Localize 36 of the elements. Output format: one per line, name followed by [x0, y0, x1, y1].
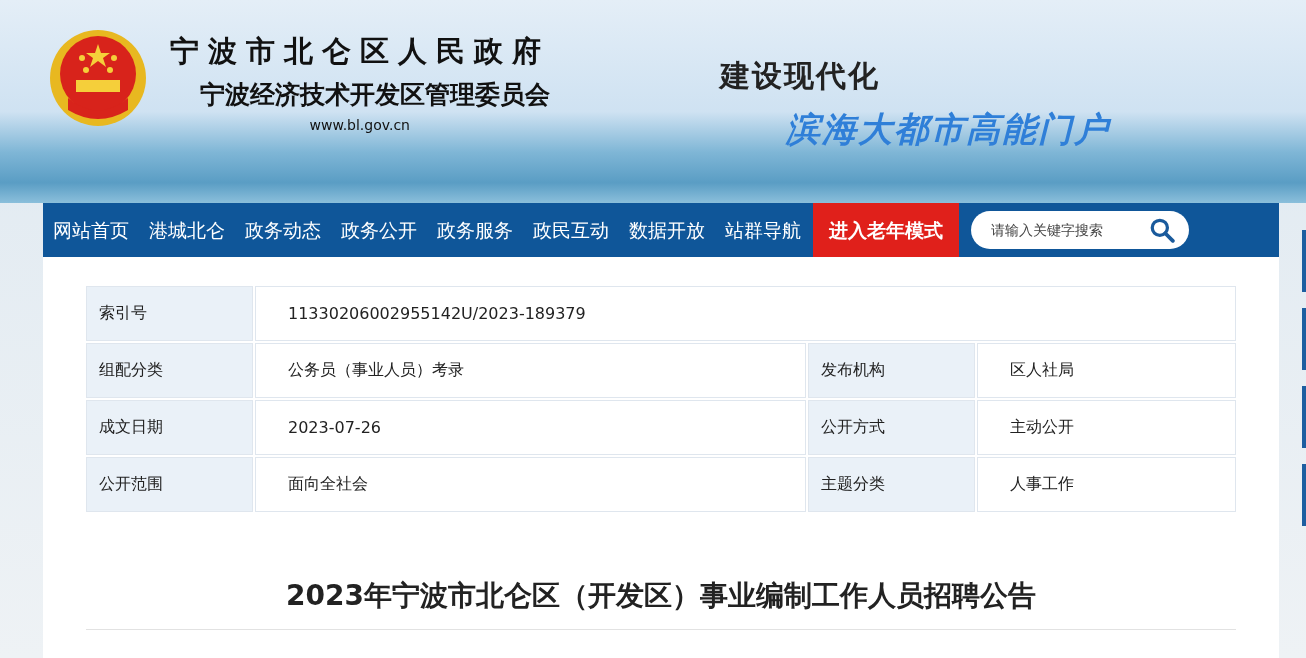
nav-link[interactable]: 港城北仑 — [139, 203, 235, 257]
slogan-text: 建设现代化 — [720, 57, 881, 95]
nav-link[interactable]: 站群导航 — [715, 203, 811, 257]
field-value: 区人社局 — [977, 343, 1236, 398]
nav-link[interactable]: 政民互动 — [523, 203, 619, 257]
side-tab[interactable] — [1302, 230, 1306, 292]
field-value: 面向全社会 — [255, 457, 807, 512]
field-value: 主动公开 — [977, 400, 1236, 455]
nav-link[interactable]: 网站首页 — [43, 203, 139, 257]
field-label: 组配分类 — [86, 343, 253, 398]
field-label: 成文日期 — [86, 400, 253, 455]
field-label: 主题分类 — [808, 457, 976, 512]
field-value: 公务员（事业人员）考录 — [255, 343, 807, 398]
field-label: 公开方式 — [808, 400, 976, 455]
field-label: 公开范围 — [86, 457, 253, 512]
article-title: 2023年宁波市北仑区（开发区）事业编制工作人员招聘公告 — [285, 578, 1037, 614]
field-label: 索引号 — [86, 286, 253, 341]
nav-link[interactable]: 政务公开 — [331, 203, 427, 257]
side-tab[interactable] — [1302, 386, 1306, 448]
site-url: www.bl.gov.cn — [309, 117, 410, 133]
elder-mode-button[interactable]: 进入老年模式 — [813, 203, 959, 257]
site-title: 宁波市北仑区人民政府 — [170, 33, 550, 70]
nav-link[interactable]: 政务服务 — [427, 203, 523, 257]
emblem-icon — [48, 28, 148, 128]
slogan-text: 滨海大都市高能门户 — [786, 108, 1110, 151]
search-icon[interactable] — [1149, 217, 1175, 243]
site-subtitle: 宁波经济技术开发区管理委员会 — [200, 79, 550, 111]
nav-link[interactable]: 数据开放 — [619, 203, 715, 257]
field-value: 2023-07-26 — [255, 400, 807, 455]
search-field[interactable]: 请输入关键字搜索 — [971, 211, 1189, 249]
side-tab[interactable] — [1302, 464, 1306, 526]
side-tab[interactable] — [1302, 308, 1306, 370]
nav-link[interactable]: 政务动态 — [235, 203, 331, 257]
field-value: 11330206002955142U/2023-189379 — [255, 286, 1236, 341]
field-value: 人事工作 — [977, 457, 1236, 512]
field-label: 发布机构 — [808, 343, 976, 398]
